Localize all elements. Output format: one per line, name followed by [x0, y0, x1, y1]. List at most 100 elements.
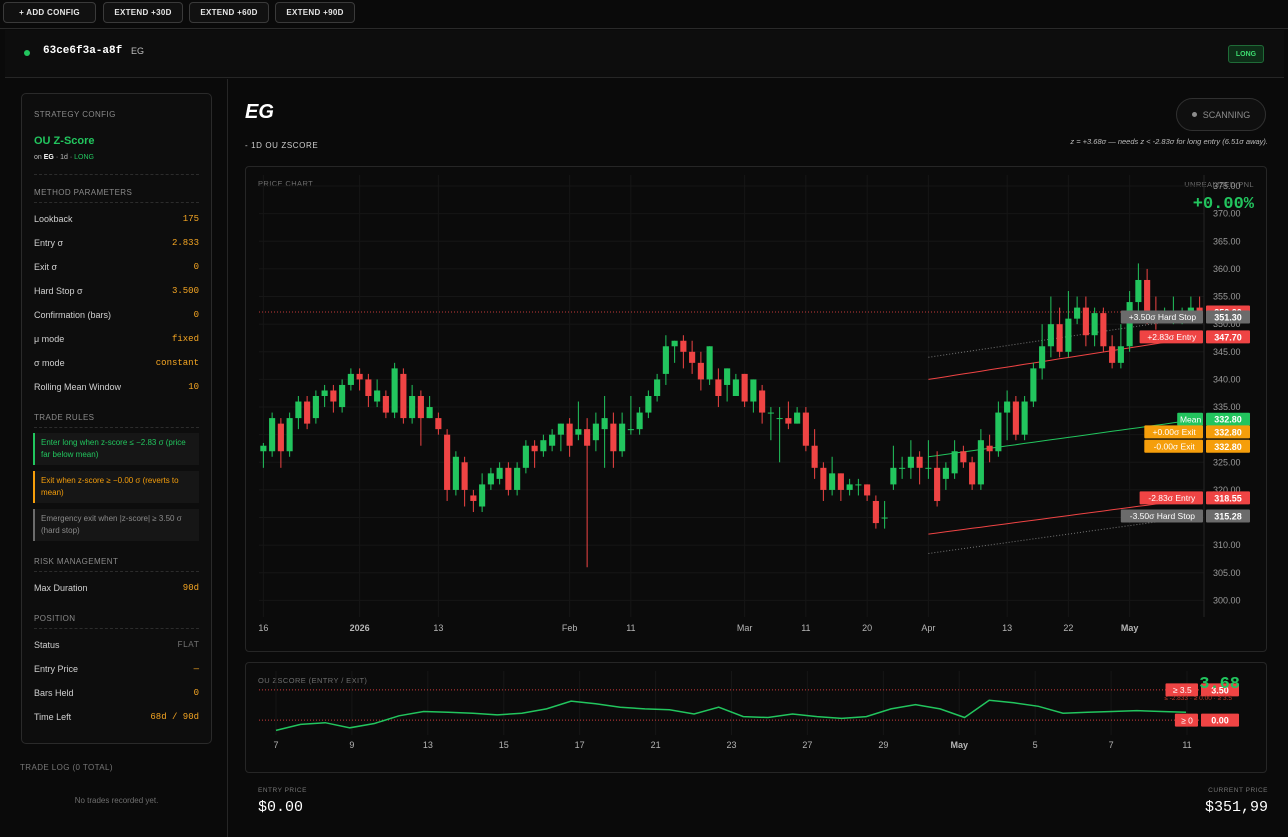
scanning-button[interactable]: SCANNING: [1176, 98, 1266, 131]
candle-body: [820, 467, 827, 490]
candle-body: [969, 462, 976, 485]
candle-body: [1039, 346, 1046, 369]
param-value: 3.500: [171, 286, 199, 296]
y-tick-label: 310.00: [1213, 540, 1241, 550]
candle-body: [347, 373, 354, 385]
candle-body: [1065, 318, 1072, 352]
x-tick-label: 9: [349, 740, 354, 750]
candle-body: [706, 346, 713, 380]
x-tick-label: 27: [802, 740, 812, 750]
level-price-text: 332.80: [1214, 415, 1242, 425]
header-symbol: EG: [131, 46, 145, 56]
param-row-sigma-mode: σ mode constant: [34, 358, 199, 370]
strategy-id[interactable]: 63ce6f3a-a8f: [43, 45, 122, 57]
candle-body: [496, 467, 503, 479]
extend-60d-button[interactable]: EXTEND +60D: [189, 2, 269, 23]
x-tick-label: 5: [1033, 740, 1038, 750]
candle-body: [479, 484, 486, 507]
candle-body: [846, 484, 853, 490]
level-label-text: -0.00σ Exit: [1154, 441, 1196, 451]
x-tick-label: 13: [1002, 623, 1012, 633]
threshold-label-text: ≥ 0: [1181, 715, 1193, 725]
strategy-config-panel: STRATEGY CONFIG OU Z-Score on EG · 1d · …: [21, 93, 212, 744]
candle-body: [365, 379, 372, 396]
position-value: 68d / 90d: [150, 712, 199, 722]
level-price-text: 351.30: [1214, 312, 1242, 322]
param-row-lookback: Lookback 175: [34, 214, 199, 226]
risk-row-max-duration: Max Duration 90d: [34, 583, 199, 595]
extend-90d-button[interactable]: EXTEND +90D: [275, 2, 355, 23]
y-tick-label: 345.00: [1213, 347, 1241, 357]
candle-body: [907, 456, 914, 468]
candle-body: [321, 390, 328, 396]
candle-body: [312, 396, 319, 419]
position-row-status: Status FLAT: [34, 640, 199, 652]
x-tick-label: Mar: [737, 623, 753, 633]
param-label: Hard Stop σ: [34, 286, 83, 296]
candle-body: [951, 451, 958, 474]
param-value: constant: [155, 358, 199, 368]
x-tick-label: 22: [1063, 623, 1073, 633]
x-tick-label: 7: [273, 740, 278, 750]
candle-body: [391, 368, 398, 413]
position-label: Time Left: [34, 712, 72, 722]
zscore-overlay: ≤ -2.833 · ≥ 0.00 · ≥ 3.5: [1164, 695, 1232, 702]
zscore-value: 3.68: [1199, 675, 1240, 694]
x-tick-label: 16: [258, 623, 268, 633]
position-row-bars-held: Bars Held 0: [34, 688, 199, 700]
divider: [34, 174, 199, 175]
param-value: 175: [182, 214, 199, 224]
y-tick-label: 335.00: [1213, 402, 1241, 412]
candle-body: [1012, 401, 1019, 435]
x-tick-label: 11: [801, 623, 810, 633]
candle-body: [1021, 401, 1028, 435]
x-tick-label: 13: [423, 740, 433, 750]
top-toolbar: + ADD CONFIG EXTEND +30D EXTEND +60D EXT…: [0, 0, 1288, 29]
level-label-text: Mean: [1180, 414, 1202, 424]
level-label-text: -2.83σ Entry: [1148, 493, 1196, 503]
risk-value: 90d: [182, 583, 199, 593]
candle-body: [286, 418, 293, 452]
candle-body: [890, 467, 897, 485]
candle-body: [409, 396, 416, 419]
param-row-entry-sigma: Entry σ 2.833: [34, 238, 199, 250]
method-meta-symbol: EG: [43, 154, 54, 161]
divider: [34, 628, 199, 629]
candle-body: [470, 495, 477, 501]
candle-body: [645, 396, 652, 413]
candle-body: [610, 423, 617, 452]
level-label-text: +0.00σ Exit: [1153, 427, 1197, 437]
candle-body: [461, 462, 468, 490]
trade-log-empty: No trades recorded yet.: [74, 796, 159, 805]
candle-body: [592, 423, 599, 441]
candle-body: [715, 379, 722, 396]
candle-body: [829, 473, 836, 490]
candle-body: [1004, 401, 1011, 413]
candle-body: [802, 412, 809, 446]
candle-body: [1091, 313, 1098, 336]
trade-rules-title: TRADE RULES: [34, 413, 95, 422]
candle-body: [899, 467, 906, 469]
candle-body: [776, 418, 783, 420]
param-row-exit-sigma: Exit σ 0: [34, 262, 199, 274]
x-tick-label: 20: [862, 623, 872, 633]
candle-body: [487, 473, 494, 485]
y-tick-label: 340.00: [1213, 374, 1241, 384]
candle-body: [1135, 279, 1142, 303]
zscore-chart[interactable]: 7 9 13 15 17 21 23 27 29 May 5 7 113.50≥ 3.50.00≥ 0: [246, 663, 1266, 772]
subtitle: - 1D OU ZSCORE: [245, 141, 319, 150]
risk-label: Max Duration: [34, 583, 88, 593]
extend-30d-button[interactable]: EXTEND +30D: [103, 2, 183, 23]
entry-price-value: $0.00: [258, 799, 304, 816]
param-value: 0: [193, 262, 199, 272]
add-config-button[interactable]: + ADD CONFIG: [3, 2, 96, 23]
candle-body: [697, 362, 704, 380]
candle-body: [837, 473, 844, 490]
candle-body: [934, 467, 941, 501]
position-label: Entry Price: [34, 664, 79, 674]
position-label: Bars Held: [34, 688, 74, 698]
position-value: FLAT: [177, 640, 199, 650]
level-label-text: -3.50σ Hard Stop: [1130, 511, 1196, 521]
param-label: Lookback: [34, 214, 73, 224]
price-chart[interactable]: 300.00305.00310.00315.00320.00325.00330.…: [246, 167, 1266, 651]
